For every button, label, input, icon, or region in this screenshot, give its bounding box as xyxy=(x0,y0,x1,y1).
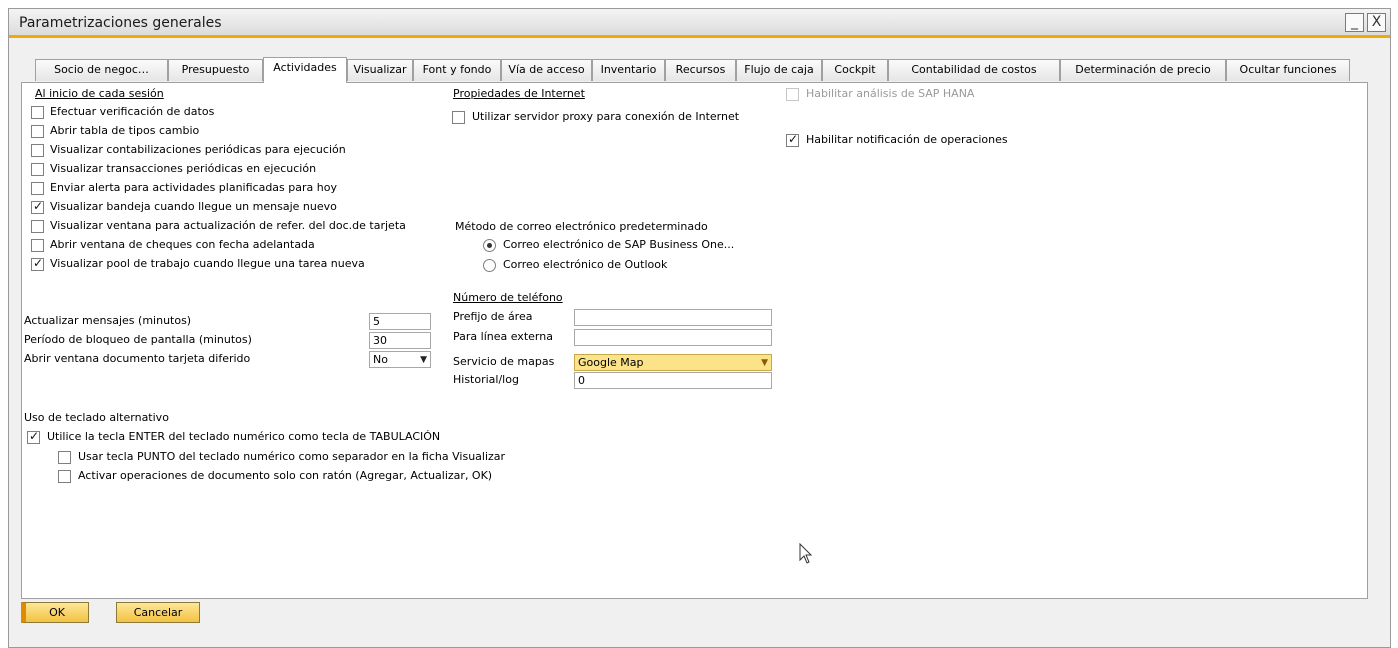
setting-label: Abrir ventana documento tarjeta diferido xyxy=(24,352,251,365)
session-label: Visualizar ventana para actualización de… xyxy=(50,219,406,232)
lock-minutes-input[interactable]: 30 xyxy=(369,332,431,349)
session-label: Efectuar verificación de datos xyxy=(50,105,215,118)
session-checkbox[interactable] xyxy=(31,256,44,271)
session-checkbox[interactable] xyxy=(31,144,44,157)
tab-cockpit[interactable]: Cockpit xyxy=(822,59,888,81)
setting-label: Período de bloqueo de pantalla (minutos) xyxy=(24,333,252,346)
deferred-card-value: No xyxy=(373,353,388,366)
phone-label: Prefijo de área xyxy=(453,310,533,323)
phone-label: Para línea externa xyxy=(453,330,553,343)
external-line-input[interactable] xyxy=(574,329,772,346)
tab-contabilidad-costos[interactable]: Contabilidad de costos xyxy=(888,59,1060,81)
tab-visualizar[interactable]: Visualizar xyxy=(347,59,413,81)
email-option-label: Correo electrónico de Outlook xyxy=(503,258,668,271)
session-checkbox[interactable] xyxy=(31,163,44,176)
session-checkbox[interactable] xyxy=(31,125,44,138)
history-log-input[interactable]: 0 xyxy=(574,372,772,389)
session-checkbox[interactable] xyxy=(31,220,44,233)
cancel-button[interactable]: Cancelar xyxy=(116,602,200,623)
deferred-card-select[interactable]: No ▼ xyxy=(369,351,431,368)
email-sap-radio[interactable] xyxy=(483,239,496,252)
phone-label: Historial/log xyxy=(453,373,519,386)
chevron-down-icon: ▼ xyxy=(761,358,768,368)
email-option-label: Correo electrónico de SAP Business One..… xyxy=(503,238,735,251)
session-label: Visualizar bandeja cuando llegue un mens… xyxy=(50,200,337,213)
session-label: Visualizar transacciones periódicas en e… xyxy=(50,162,317,175)
refresh-minutes-input[interactable]: 5 xyxy=(369,313,431,330)
internet-header: Propiedades de Internet xyxy=(453,87,585,100)
punto-separator-checkbox[interactable] xyxy=(58,451,71,464)
setting-label: Actualizar mensajes (minutos) xyxy=(24,314,192,327)
area-prefix-input[interactable] xyxy=(574,309,772,326)
chevron-down-icon: ▼ xyxy=(420,355,427,365)
email-method-label: Método de correo electrónico predetermin… xyxy=(455,220,708,233)
session-checkbox[interactable] xyxy=(31,106,44,119)
tab-presupuesto[interactable]: Presupuesto xyxy=(168,59,263,81)
hana-label: Habilitar análisis de SAP HANA xyxy=(806,87,975,100)
notification-checkbox[interactable] xyxy=(786,132,799,147)
mouse-pointer-icon xyxy=(799,543,813,564)
mouse-only-label: Activar operaciones de documento solo co… xyxy=(78,469,493,482)
tab-actividades[interactable]: Actividades xyxy=(263,57,347,83)
tab-via-acceso[interactable]: Vía de acceso xyxy=(501,59,592,81)
tab-ocultar-funciones[interactable]: Ocultar funciones xyxy=(1226,59,1350,81)
session-label: Abrir tabla de tipos cambio xyxy=(50,124,200,137)
proxy-checkbox[interactable] xyxy=(452,111,465,124)
tab-socio[interactable]: Socio de negoc… xyxy=(35,59,168,81)
session-header: Al inicio de cada sesión xyxy=(35,87,164,100)
session-label: Visualizar contabilizaciones periódicas … xyxy=(50,143,346,156)
tab-inventario[interactable]: Inventario xyxy=(592,59,665,81)
session-label: Abrir ventana de cheques con fecha adela… xyxy=(50,238,315,251)
hana-checkbox[interactable] xyxy=(786,88,799,101)
session-checkbox[interactable] xyxy=(31,239,44,252)
session-checkbox[interactable] xyxy=(31,199,44,214)
phone-label: Servicio de mapas xyxy=(453,355,555,368)
session-label: Enviar alerta para actividades planifica… xyxy=(50,181,337,194)
actividades-panel: Al inicio de cada sesión Efectuar verifi… xyxy=(21,82,1368,599)
minimize-button[interactable]: _ xyxy=(1345,13,1364,32)
settings-window: Parametrizaciones generales _ X Socio de… xyxy=(8,8,1391,648)
window-title: Parametrizaciones generales xyxy=(19,15,222,31)
map-service-value: Google Map xyxy=(578,356,644,369)
session-checkbox[interactable] xyxy=(31,182,44,195)
tab-determinacion-precio[interactable]: Determinación de precio xyxy=(1060,59,1226,81)
punto-separator-label: Usar tecla PUNTO del teclado numérico co… xyxy=(78,450,506,463)
phone-header: Número de teléfono xyxy=(453,291,563,304)
email-outlook-radio[interactable] xyxy=(483,259,496,272)
proxy-label: Utilizar servidor proxy para conexión de… xyxy=(472,110,740,123)
map-service-select[interactable]: Google Map ▼ xyxy=(574,354,772,371)
title-bar: Parametrizaciones generales _ X xyxy=(9,9,1390,38)
notification-label: Habilitar notificación de operaciones xyxy=(806,133,1008,146)
tab-font-fondo[interactable]: Font y fondo xyxy=(413,59,501,81)
keyboard-header: Uso de teclado alternativo xyxy=(24,411,169,424)
ok-button[interactable]: OK xyxy=(21,602,89,623)
tab-recursos[interactable]: Recursos xyxy=(665,59,736,81)
enter-tab-checkbox[interactable] xyxy=(27,429,40,444)
enter-tab-label: Utilice la tecla ENTER del teclado numér… xyxy=(47,430,441,443)
mouse-only-checkbox[interactable] xyxy=(58,470,71,483)
session-label: Visualizar pool de trabajo cuando llegue… xyxy=(50,257,365,270)
close-button[interactable]: X xyxy=(1367,13,1386,32)
tab-flujo-caja[interactable]: Flujo de caja xyxy=(736,59,822,81)
